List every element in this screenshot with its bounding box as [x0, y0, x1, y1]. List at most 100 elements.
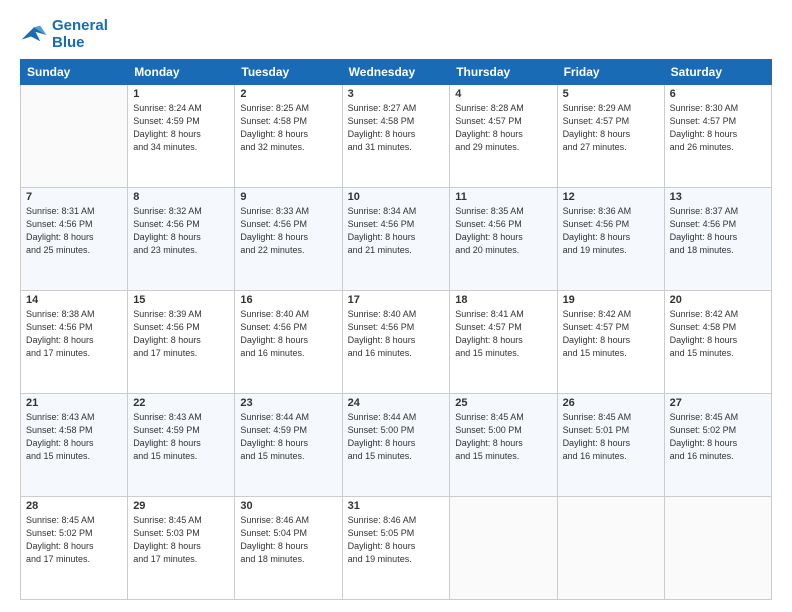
- week-row-1: 7 Sunrise: 8:31 AM Sunset: 4:56 PM Daylig…: [21, 188, 772, 291]
- day-header-sunday: Sunday: [21, 60, 128, 85]
- calendar-body: 1 Sunrise: 8:24 AM Sunset: 4:59 PM Daylig…: [21, 85, 772, 600]
- day-number: 24: [348, 397, 445, 409]
- calendar-cell: 23Sunrise: 8:44 AM Sunset: 4:59 PM Dayli…: [235, 394, 342, 497]
- cell-content: Sunrise: 8:34 AM Sunset: 4:56 PM Dayligh…: [348, 205, 445, 257]
- day-number: 30: [240, 500, 336, 512]
- day-header-wednesday: Wednesday: [342, 60, 450, 85]
- day-number: 29: [133, 500, 229, 512]
- day-number: 15: [133, 294, 229, 306]
- cell-content: Sunrise: 8:45 AM Sunset: 5:00 PM Dayligh…: [455, 411, 551, 463]
- cell-content: Sunrise: 8:35 AM Sunset: 4:56 PM Dayligh…: [455, 205, 551, 257]
- calendar-cell: 19 Sunrise: 8:42 AM Sunset: 4:57 PM Dayli…: [557, 291, 664, 394]
- cell-content: Sunrise: 8:38 AM Sunset: 4:56 PM Dayligh…: [26, 308, 122, 360]
- calendar-cell: 22 Sunrise: 8:43 AM Sunset: 4:59 PM Dayli…: [128, 394, 235, 497]
- calendar-cell: 10 Sunrise: 8:34 AM Sunset: 4:56 PM Dayli…: [342, 188, 450, 291]
- calendar-cell: 4 Sunrise: 8:28 AM Sunset: 4:57 PM Daylig…: [450, 85, 557, 188]
- cell-content: Sunrise: 8:44 AM Sunset: 5:00 PM Dayligh…: [348, 411, 445, 463]
- day-number: 22: [133, 397, 229, 409]
- day-number: 23: [240, 397, 336, 409]
- cell-content: Sunrise: 8:43 AM Sunset: 4:59 PM Dayligh…: [133, 411, 229, 463]
- cell-content: Sunrise: 8:46 AM Sunset: 5:05 PM Dayligh…: [348, 514, 445, 566]
- day-number: 28: [26, 500, 122, 512]
- calendar-cell: 25 Sunrise: 8:45 AM Sunset: 5:00 PM Dayli…: [450, 394, 557, 497]
- calendar-cell: 26 Sunrise: 8:45 AM Sunset: 5:01 PM Dayli…: [557, 394, 664, 497]
- day-number: 7: [26, 191, 122, 203]
- day-header-tuesday: Tuesday: [235, 60, 342, 85]
- week-row-3: 21Sunrise: 8:43 AM Sunset: 4:58 PM Dayli…: [21, 394, 772, 497]
- week-row-4: 28Sunrise: 8:45 AM Sunset: 5:02 PM Dayli…: [21, 497, 772, 600]
- header: General Blue: [20, 18, 772, 51]
- cell-content: Sunrise: 8:30 AM Sunset: 4:57 PM Dayligh…: [670, 102, 766, 154]
- calendar-cell: 21Sunrise: 8:43 AM Sunset: 4:58 PM Dayli…: [21, 394, 128, 497]
- logo: General Blue: [20, 18, 108, 51]
- cell-content: Sunrise: 8:32 AM Sunset: 4:56 PM Dayligh…: [133, 205, 229, 257]
- cell-content: Sunrise: 8:28 AM Sunset: 4:57 PM Dayligh…: [455, 102, 551, 154]
- calendar-cell: 31 Sunrise: 8:46 AM Sunset: 5:05 PM Dayli…: [342, 497, 450, 600]
- calendar-cell: [450, 497, 557, 600]
- cell-content: Sunrise: 8:40 AM Sunset: 4:56 PM Dayligh…: [348, 308, 445, 360]
- calendar-cell: [21, 85, 128, 188]
- day-number: 11: [455, 191, 551, 203]
- day-number: 2: [240, 88, 336, 100]
- day-number: 6: [670, 88, 766, 100]
- cell-content: Sunrise: 8:36 AM Sunset: 4:56 PM Dayligh…: [563, 205, 659, 257]
- day-number: 8: [133, 191, 229, 203]
- calendar-cell: 27Sunrise: 8:45 AM Sunset: 5:02 PM Dayli…: [664, 394, 771, 497]
- day-number: 10: [348, 191, 445, 203]
- calendar-cell: 17 Sunrise: 8:40 AM Sunset: 4:56 PM Dayli…: [342, 291, 450, 394]
- day-number: 13: [670, 191, 766, 203]
- day-number: 17: [348, 294, 445, 306]
- calendar-cell: 1 Sunrise: 8:24 AM Sunset: 4:59 PM Daylig…: [128, 85, 235, 188]
- cell-content: Sunrise: 8:45 AM Sunset: 5:01 PM Dayligh…: [563, 411, 659, 463]
- day-number: 25: [455, 397, 551, 409]
- cell-content: Sunrise: 8:42 AM Sunset: 4:58 PM Dayligh…: [670, 308, 766, 360]
- day-number: 21: [26, 397, 122, 409]
- calendar-cell: [557, 497, 664, 600]
- calendar-cell: 8 Sunrise: 8:32 AM Sunset: 4:56 PM Daylig…: [128, 188, 235, 291]
- calendar-cell: 30 Sunrise: 8:46 AM Sunset: 5:04 PM Dayli…: [235, 497, 342, 600]
- cell-content: Sunrise: 8:40 AM Sunset: 4:56 PM Dayligh…: [240, 308, 336, 360]
- calendar-cell: 2 Sunrise: 8:25 AM Sunset: 4:58 PM Daylig…: [235, 85, 342, 188]
- cell-content: Sunrise: 8:42 AM Sunset: 4:57 PM Dayligh…: [563, 308, 659, 360]
- cell-content: Sunrise: 8:39 AM Sunset: 4:56 PM Dayligh…: [133, 308, 229, 360]
- day-number: 14: [26, 294, 122, 306]
- day-number: 4: [455, 88, 551, 100]
- calendar-cell: 5 Sunrise: 8:29 AM Sunset: 4:57 PM Daylig…: [557, 85, 664, 188]
- day-number: 31: [348, 500, 445, 512]
- calendar-cell: 15 Sunrise: 8:39 AM Sunset: 4:56 PM Dayli…: [128, 291, 235, 394]
- calendar-cell: 18 Sunrise: 8:41 AM Sunset: 4:57 PM Dayli…: [450, 291, 557, 394]
- cell-content: Sunrise: 8:33 AM Sunset: 4:56 PM Dayligh…: [240, 205, 336, 257]
- calendar-cell: [664, 497, 771, 600]
- cell-content: Sunrise: 8:24 AM Sunset: 4:59 PM Dayligh…: [133, 102, 229, 154]
- day-number: 3: [348, 88, 445, 100]
- cell-content: Sunrise: 8:31 AM Sunset: 4:56 PM Dayligh…: [26, 205, 122, 257]
- day-number: 1: [133, 88, 229, 100]
- calendar-table: SundayMondayTuesdayWednesdayThursdayFrid…: [20, 59, 772, 600]
- day-number: 20: [670, 294, 766, 306]
- cell-content: Sunrise: 8:45 AM Sunset: 5:02 PM Dayligh…: [670, 411, 766, 463]
- page: General Blue SundayMondayTuesdayWednesda…: [0, 0, 792, 612]
- day-header-friday: Friday: [557, 60, 664, 85]
- calendar-cell: 20 Sunrise: 8:42 AM Sunset: 4:58 PM Dayli…: [664, 291, 771, 394]
- days-header-row: SundayMondayTuesdayWednesdayThursdayFrid…: [21, 60, 772, 85]
- cell-content: Sunrise: 8:46 AM Sunset: 5:04 PM Dayligh…: [240, 514, 336, 566]
- week-row-2: 14 Sunrise: 8:38 AM Sunset: 4:56 PM Dayli…: [21, 291, 772, 394]
- cell-content: Sunrise: 8:25 AM Sunset: 4:58 PM Dayligh…: [240, 102, 336, 154]
- day-number: 26: [563, 397, 659, 409]
- day-number: 19: [563, 294, 659, 306]
- calendar-cell: 7 Sunrise: 8:31 AM Sunset: 4:56 PM Daylig…: [21, 188, 128, 291]
- calendar-cell: 12 Sunrise: 8:36 AM Sunset: 4:56 PM Dayli…: [557, 188, 664, 291]
- calendar-cell: 9Sunrise: 8:33 AM Sunset: 4:56 PM Daylig…: [235, 188, 342, 291]
- day-number: 16: [240, 294, 336, 306]
- cell-content: Sunrise: 8:29 AM Sunset: 4:57 PM Dayligh…: [563, 102, 659, 154]
- calendar-cell: 24 Sunrise: 8:44 AM Sunset: 5:00 PM Dayli…: [342, 394, 450, 497]
- day-number: 12: [563, 191, 659, 203]
- calendar-cell: 16 Sunrise: 8:40 AM Sunset: 4:56 PM Dayli…: [235, 291, 342, 394]
- week-row-0: 1 Sunrise: 8:24 AM Sunset: 4:59 PM Daylig…: [21, 85, 772, 188]
- cell-content: Sunrise: 8:37 AM Sunset: 4:56 PM Dayligh…: [670, 205, 766, 257]
- calendar-cell: 14 Sunrise: 8:38 AM Sunset: 4:56 PM Dayli…: [21, 291, 128, 394]
- calendar-cell: 28Sunrise: 8:45 AM Sunset: 5:02 PM Dayli…: [21, 497, 128, 600]
- day-number: 18: [455, 294, 551, 306]
- day-number: 5: [563, 88, 659, 100]
- cell-content: Sunrise: 8:41 AM Sunset: 4:57 PM Dayligh…: [455, 308, 551, 360]
